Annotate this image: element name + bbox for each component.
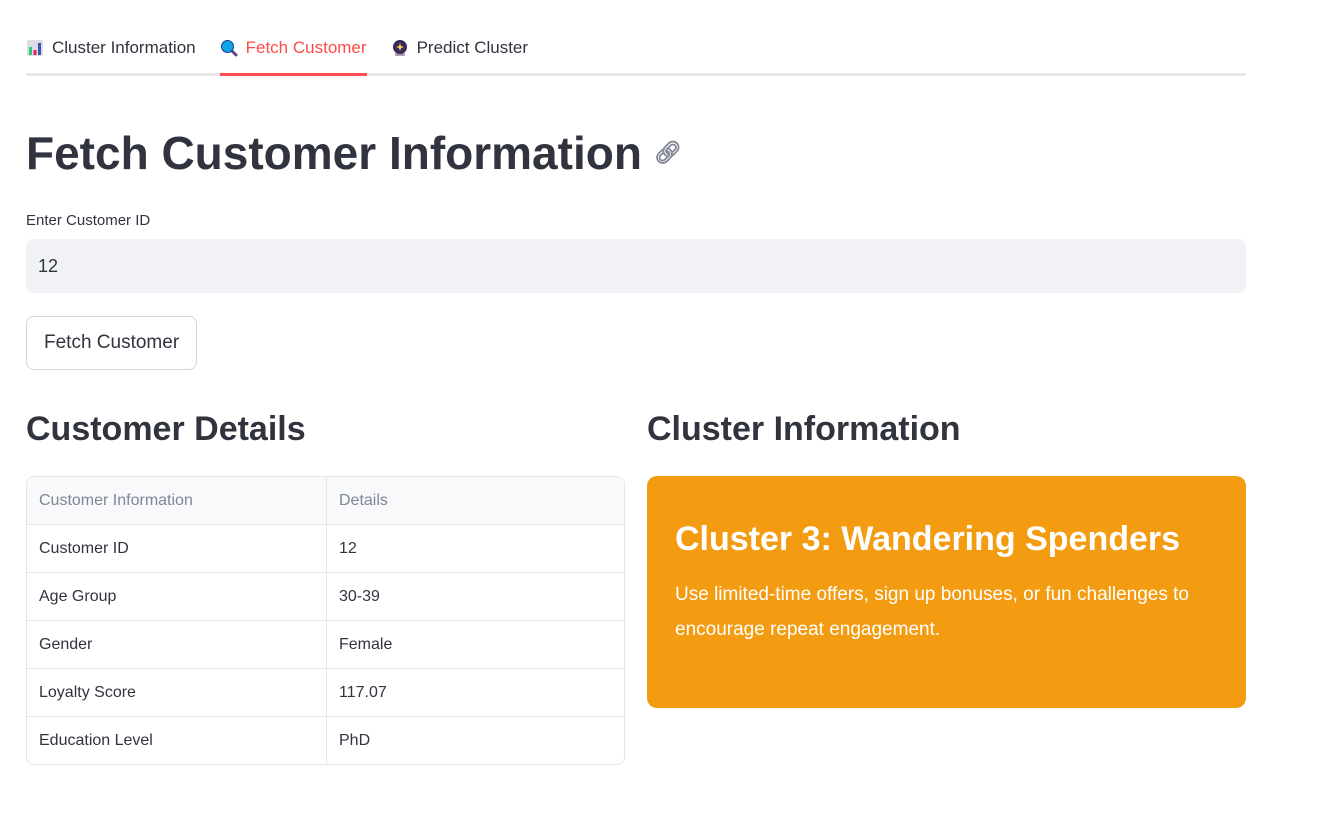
table-row: Gender Female	[27, 621, 624, 669]
fetch-customer-button[interactable]: Fetch Customer	[26, 316, 198, 370]
table-cell: Gender	[27, 621, 327, 669]
tab-predict-cluster[interactable]: Predict Cluster	[391, 23, 528, 76]
link-icon[interactable]: 🔗︎	[654, 140, 682, 166]
table-cell: PhD	[339, 731, 371, 749]
cluster-name: Cluster 3: Wandering Spenders	[675, 520, 1181, 558]
page-title: Fetch Customer Information 🔗︎	[26, 126, 1246, 180]
table-cell: 117.07	[327, 669, 624, 717]
cluster-information-section: Cluster Information Cluster 3: Wandering…	[647, 410, 1246, 765]
bar-chart-icon	[27, 40, 43, 56]
page-title-text: Fetch Customer Information	[26, 127, 642, 179]
table-cell: 30-39	[327, 573, 624, 621]
table-row: Age Group 30-39	[27, 573, 624, 621]
customer-id-label: Enter Customer ID	[26, 212, 151, 229]
table-cell: Education Level	[27, 717, 327, 764]
table-cell: 12	[327, 525, 624, 573]
table-cell: Female	[327, 621, 624, 669]
tab-fetch-customer[interactable]: Fetch Customer	[219, 23, 367, 76]
customer-details-table: Customer Information Details Customer ID…	[26, 476, 625, 765]
tab-cluster-information[interactable]: Cluster Information	[26, 23, 196, 76]
cluster-card: Cluster 3: Wandering Spenders Use limite…	[647, 476, 1246, 708]
cluster-description: Use limited-time offers, sign up bonuses…	[675, 584, 1189, 640]
column-header[interactable]: Customer Information	[27, 477, 327, 525]
crystal-ball-icon	[392, 40, 407, 56]
tab-label: Cluster Information	[52, 38, 196, 57]
table-header: Customer Information Details	[27, 477, 624, 525]
customer-details-section: Customer Details Customer Information De…	[26, 410, 625, 765]
customer-id-input[interactable]	[26, 239, 1246, 293]
tab-label: Predict Cluster	[416, 38, 529, 57]
main: Cluster Information Fetch Customer Predi…	[26, 0, 1246, 765]
table-row: Loyalty Score 117.07	[27, 669, 624, 717]
table-row: Education Level PhD	[27, 717, 624, 764]
table-row: Customer ID 12	[27, 525, 624, 573]
magnifier-icon	[220, 40, 238, 57]
table-cell: Loyalty Score	[27, 669, 327, 717]
cluster-information-title: Cluster Information	[647, 410, 961, 448]
table-cell: Age Group	[27, 573, 327, 621]
customer-details-title: Customer Details	[26, 410, 306, 448]
tab-label: Fetch Customer	[245, 38, 367, 57]
tab-bar: Cluster Information Fetch Customer Predi…	[26, 0, 1246, 76]
table-cell: Customer ID	[27, 525, 327, 573]
column-header[interactable]: Details	[327, 477, 624, 525]
